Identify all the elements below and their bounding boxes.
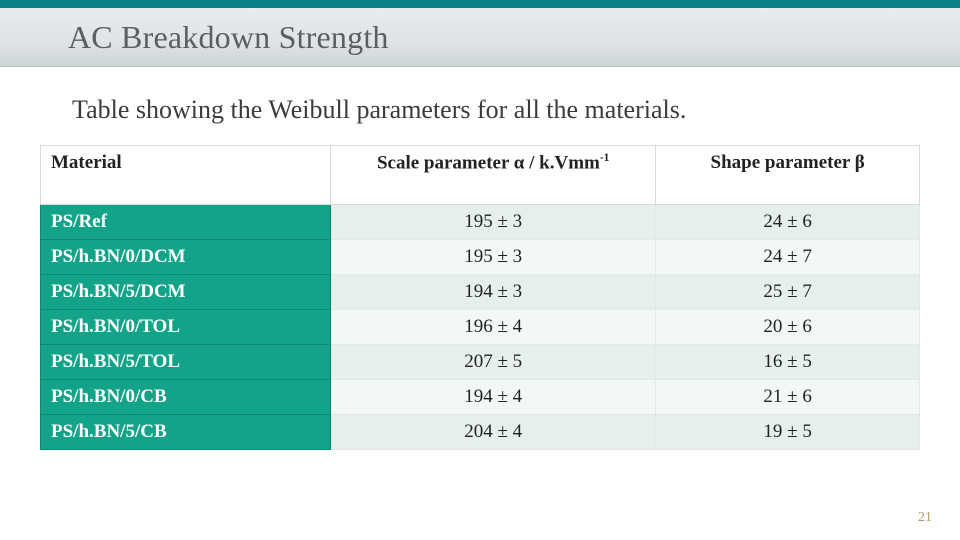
table-row: PS/h.BN/5/TOL207 ± 516 ± 5 bbox=[41, 344, 920, 379]
table-row: PS/h.BN/0/CB194 ± 421 ± 6 bbox=[41, 379, 920, 414]
col-scale: Scale parameter α / k.Vmm-1 bbox=[331, 145, 656, 204]
cell-shape: 21 ± 6 bbox=[656, 379, 920, 414]
table-row: PS/h.BN/0/TOL196 ± 420 ± 6 bbox=[41, 309, 920, 344]
cell-material: PS/h.BN/5/DCM bbox=[41, 274, 331, 309]
cell-material: PS/h.BN/0/TOL bbox=[41, 309, 331, 344]
page-title: AC Breakdown Strength bbox=[68, 19, 389, 56]
cell-scale: 194 ± 3 bbox=[331, 274, 656, 309]
accent-bar bbox=[0, 0, 960, 8]
cell-scale: 204 ± 4 bbox=[331, 414, 656, 449]
table-row: PS/h.BN/0/DCM195 ± 324 ± 7 bbox=[41, 239, 920, 274]
col-material: Material bbox=[41, 145, 331, 204]
cell-shape: 16 ± 5 bbox=[656, 344, 920, 379]
cell-scale: 195 ± 3 bbox=[331, 204, 656, 239]
cell-shape: 20 ± 6 bbox=[656, 309, 920, 344]
table-row: PS/h.BN/5/CB204 ± 419 ± 5 bbox=[41, 414, 920, 449]
table-header-row: Material Scale parameter α / k.Vmm-1 Sha… bbox=[41, 145, 920, 204]
page-number: 21 bbox=[918, 510, 932, 526]
cell-shape: 24 ± 7 bbox=[656, 239, 920, 274]
col-scale-sup: -1 bbox=[600, 152, 610, 164]
weibull-table: Material Scale parameter α / k.Vmm-1 Sha… bbox=[40, 145, 920, 450]
cell-shape: 24 ± 6 bbox=[656, 204, 920, 239]
weibull-table-wrap: Material Scale parameter α / k.Vmm-1 Sha… bbox=[40, 145, 920, 450]
cell-material: PS/h.BN/0/CB bbox=[41, 379, 331, 414]
cell-material: PS/h.BN/5/CB bbox=[41, 414, 331, 449]
table-row: PS/h.BN/5/DCM194 ± 325 ± 7 bbox=[41, 274, 920, 309]
col-shape: Shape parameter β bbox=[656, 145, 920, 204]
cell-scale: 196 ± 4 bbox=[331, 309, 656, 344]
cell-scale: 194 ± 4 bbox=[331, 379, 656, 414]
cell-material: PS/h.BN/0/DCM bbox=[41, 239, 331, 274]
cell-shape: 25 ± 7 bbox=[656, 274, 920, 309]
title-strip: AC Breakdown Strength bbox=[0, 8, 960, 67]
col-scale-prefix: Scale parameter α / k.Vmm bbox=[377, 152, 600, 173]
cell-material: PS/h.BN/5/TOL bbox=[41, 344, 331, 379]
cell-material: PS/Ref bbox=[41, 204, 331, 239]
cell-scale: 195 ± 3 bbox=[331, 239, 656, 274]
subtitle: Table showing the Weibull parameters for… bbox=[72, 93, 888, 127]
table-row: PS/Ref195 ± 324 ± 6 bbox=[41, 204, 920, 239]
cell-shape: 19 ± 5 bbox=[656, 414, 920, 449]
cell-scale: 207 ± 5 bbox=[331, 344, 656, 379]
